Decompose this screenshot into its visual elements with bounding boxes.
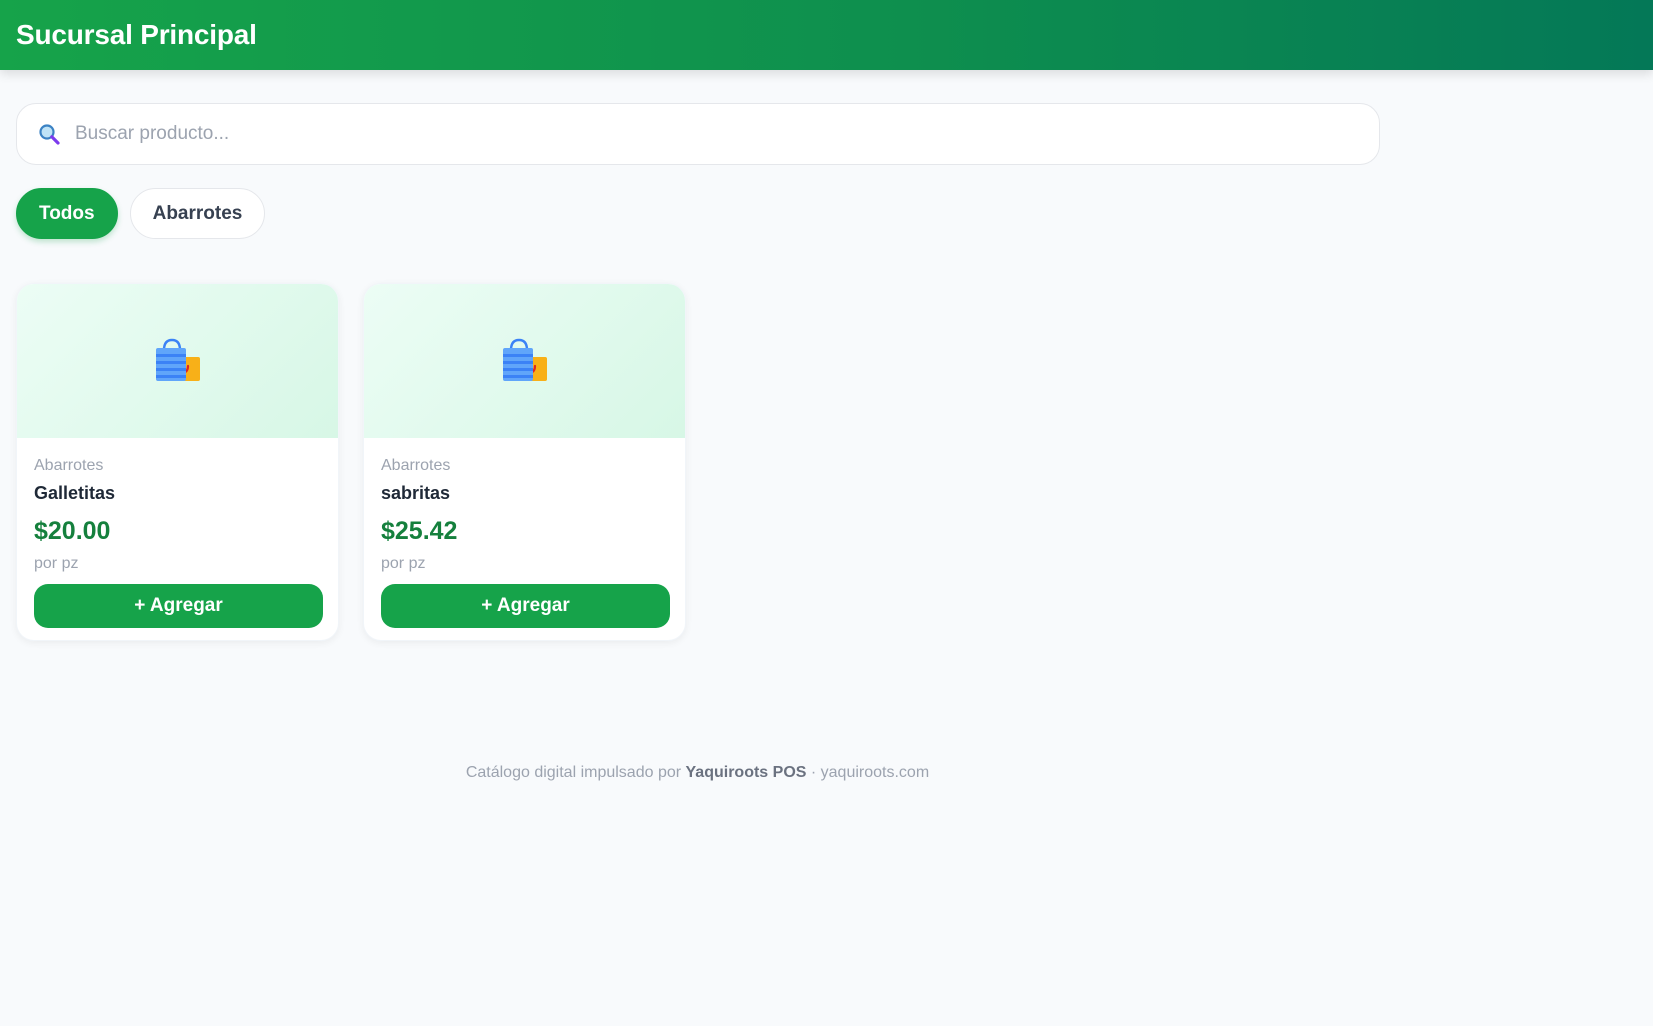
- category-filter: Todos Abarrotes: [16, 188, 266, 239]
- search-bar[interactable]: [16, 103, 1380, 165]
- footer-suffix: · yaquiroots.com: [806, 764, 930, 781]
- app-header: Sucursal Principal: [0, 0, 1653, 70]
- product-info: Abarrotes sabritas $25.42 por pz + Agreg…: [364, 438, 685, 628]
- search-input[interactable]: [75, 123, 1335, 145]
- category-chip-abarrotes[interactable]: Abarrotes: [129, 188, 266, 239]
- page-title: Sucursal Principal: [16, 19, 257, 50]
- shopping-bags-icon: [155, 338, 200, 381]
- product-price: $25.42: [381, 517, 458, 545]
- footer-credit: Catálogo digital impulsado por Yaquiroot…: [0, 764, 1395, 782]
- add-to-cart-button[interactable]: + Agregar: [34, 584, 323, 628]
- shopping-bags-icon: [502, 338, 547, 381]
- magnifier-icon: [39, 124, 60, 145]
- product-image: [17, 284, 338, 438]
- product-info: Abarrotes Galletitas $20.00 por pz + Agr…: [17, 438, 338, 628]
- footer-brand[interactable]: Yaquiroots POS: [686, 764, 807, 781]
- product-category: Abarrotes: [381, 457, 451, 474]
- product-unit: por pz: [34, 555, 79, 572]
- product-name: sabritas: [381, 483, 451, 503]
- product-card[interactable]: Abarrotes sabritas $25.42 por pz + Agreg…: [363, 283, 686, 641]
- product-image: [364, 284, 685, 438]
- product-price: $20.00: [34, 517, 111, 545]
- footer-prefix: Catálogo digital impulsado por: [465, 764, 686, 781]
- add-to-cart-button[interactable]: + Agregar: [381, 584, 670, 628]
- product-card[interactable]: Abarrotes Galletitas $20.00 por pz + Agr…: [16, 283, 339, 641]
- product-name: Galletitas: [34, 483, 116, 503]
- product-unit: por pz: [381, 555, 426, 572]
- category-chip-todos[interactable]: Todos: [16, 188, 118, 239]
- product-category: Abarrotes: [34, 457, 104, 474]
